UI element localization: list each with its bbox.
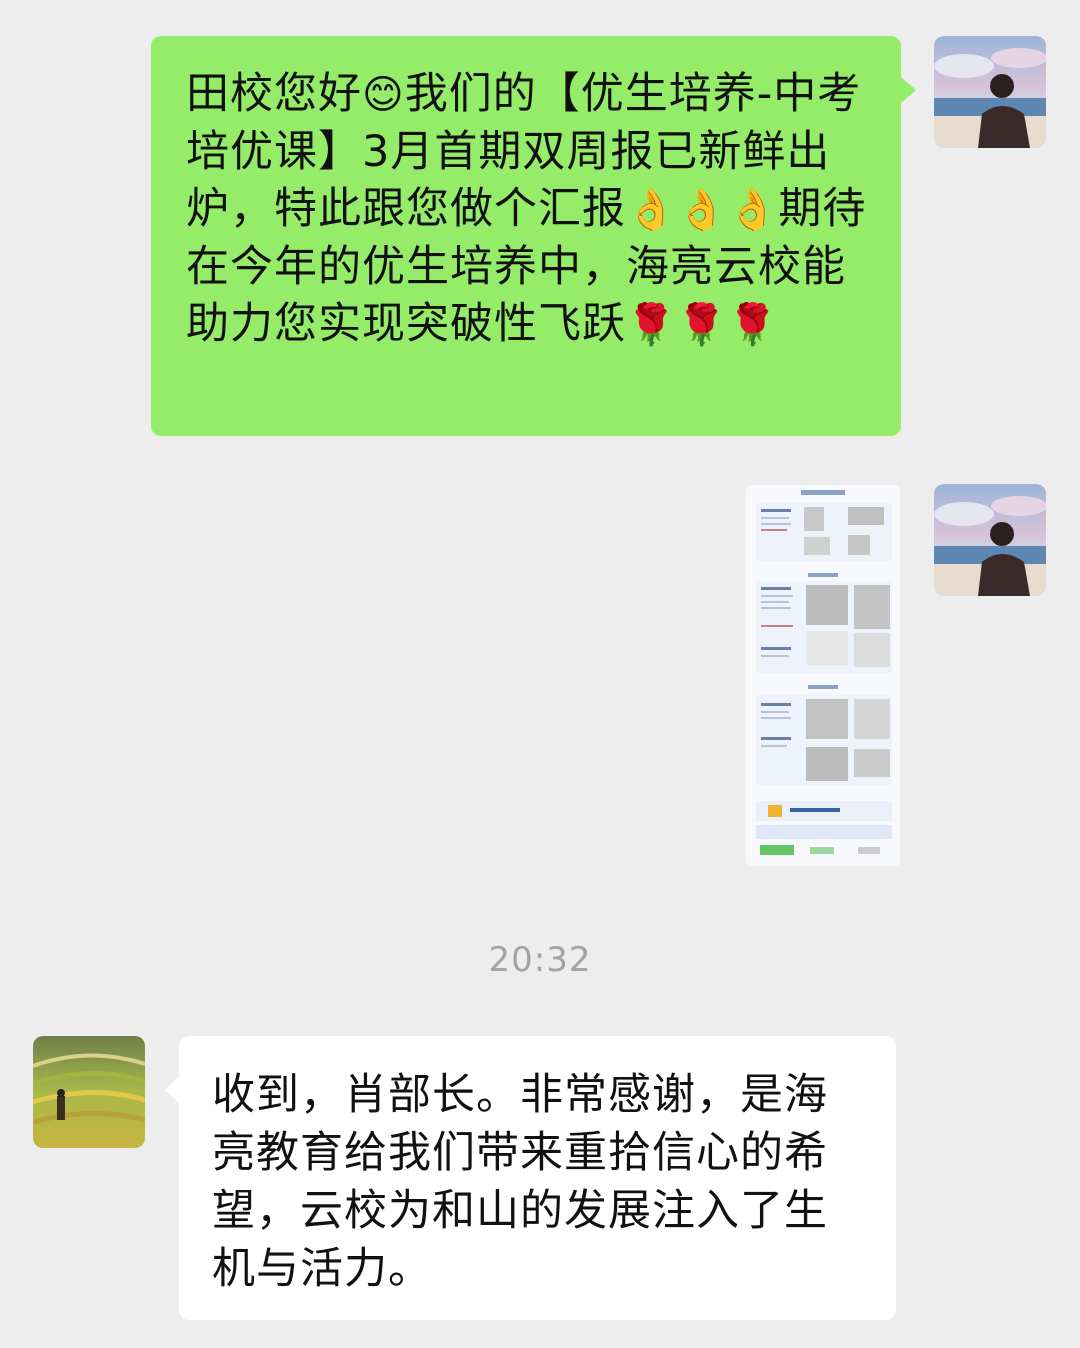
report-document-thumbnail-icon <box>746 485 900 866</box>
reply-text: 收到，肖部长。非常感谢，是海亮教育给我们带来重拾信心的希望，云校为和山的发展注入… <box>212 1070 828 1294</box>
message-text-1: 田校您好 <box>186 69 362 119</box>
ok-hand-emoji-icon: 👌👌👌 <box>626 187 779 233</box>
sent-message-bubble[interactable]: 田校您好😊我们的【优生培养-中考培优课】3月首期双周报已新鲜出炉，特此跟您做个汇… <box>151 36 901 436</box>
rice-terrace-avatar-icon <box>33 1036 145 1148</box>
message-timestamp: 20:32 <box>488 940 592 980</box>
bubble-tail <box>164 1077 179 1103</box>
received-message-bubble[interactable]: 收到，肖部长。非常感谢，是海亮教育给我们带来重拾信心的希望，云校为和山的发展注入… <box>179 1036 896 1320</box>
contact-avatar[interactable] <box>33 1036 145 1148</box>
smiling-face-emoji-icon: 😊 <box>362 72 405 118</box>
bubble-tail <box>901 77 916 103</box>
report-image-message[interactable] <box>746 485 900 866</box>
person-beach-avatar-icon <box>934 36 1046 148</box>
my-avatar[interactable] <box>934 36 1046 148</box>
rose-emoji-icon: 🌹🌹🌹 <box>626 302 779 348</box>
person-beach-avatar-icon <box>934 484 1046 596</box>
my-avatar[interactable] <box>934 484 1046 596</box>
